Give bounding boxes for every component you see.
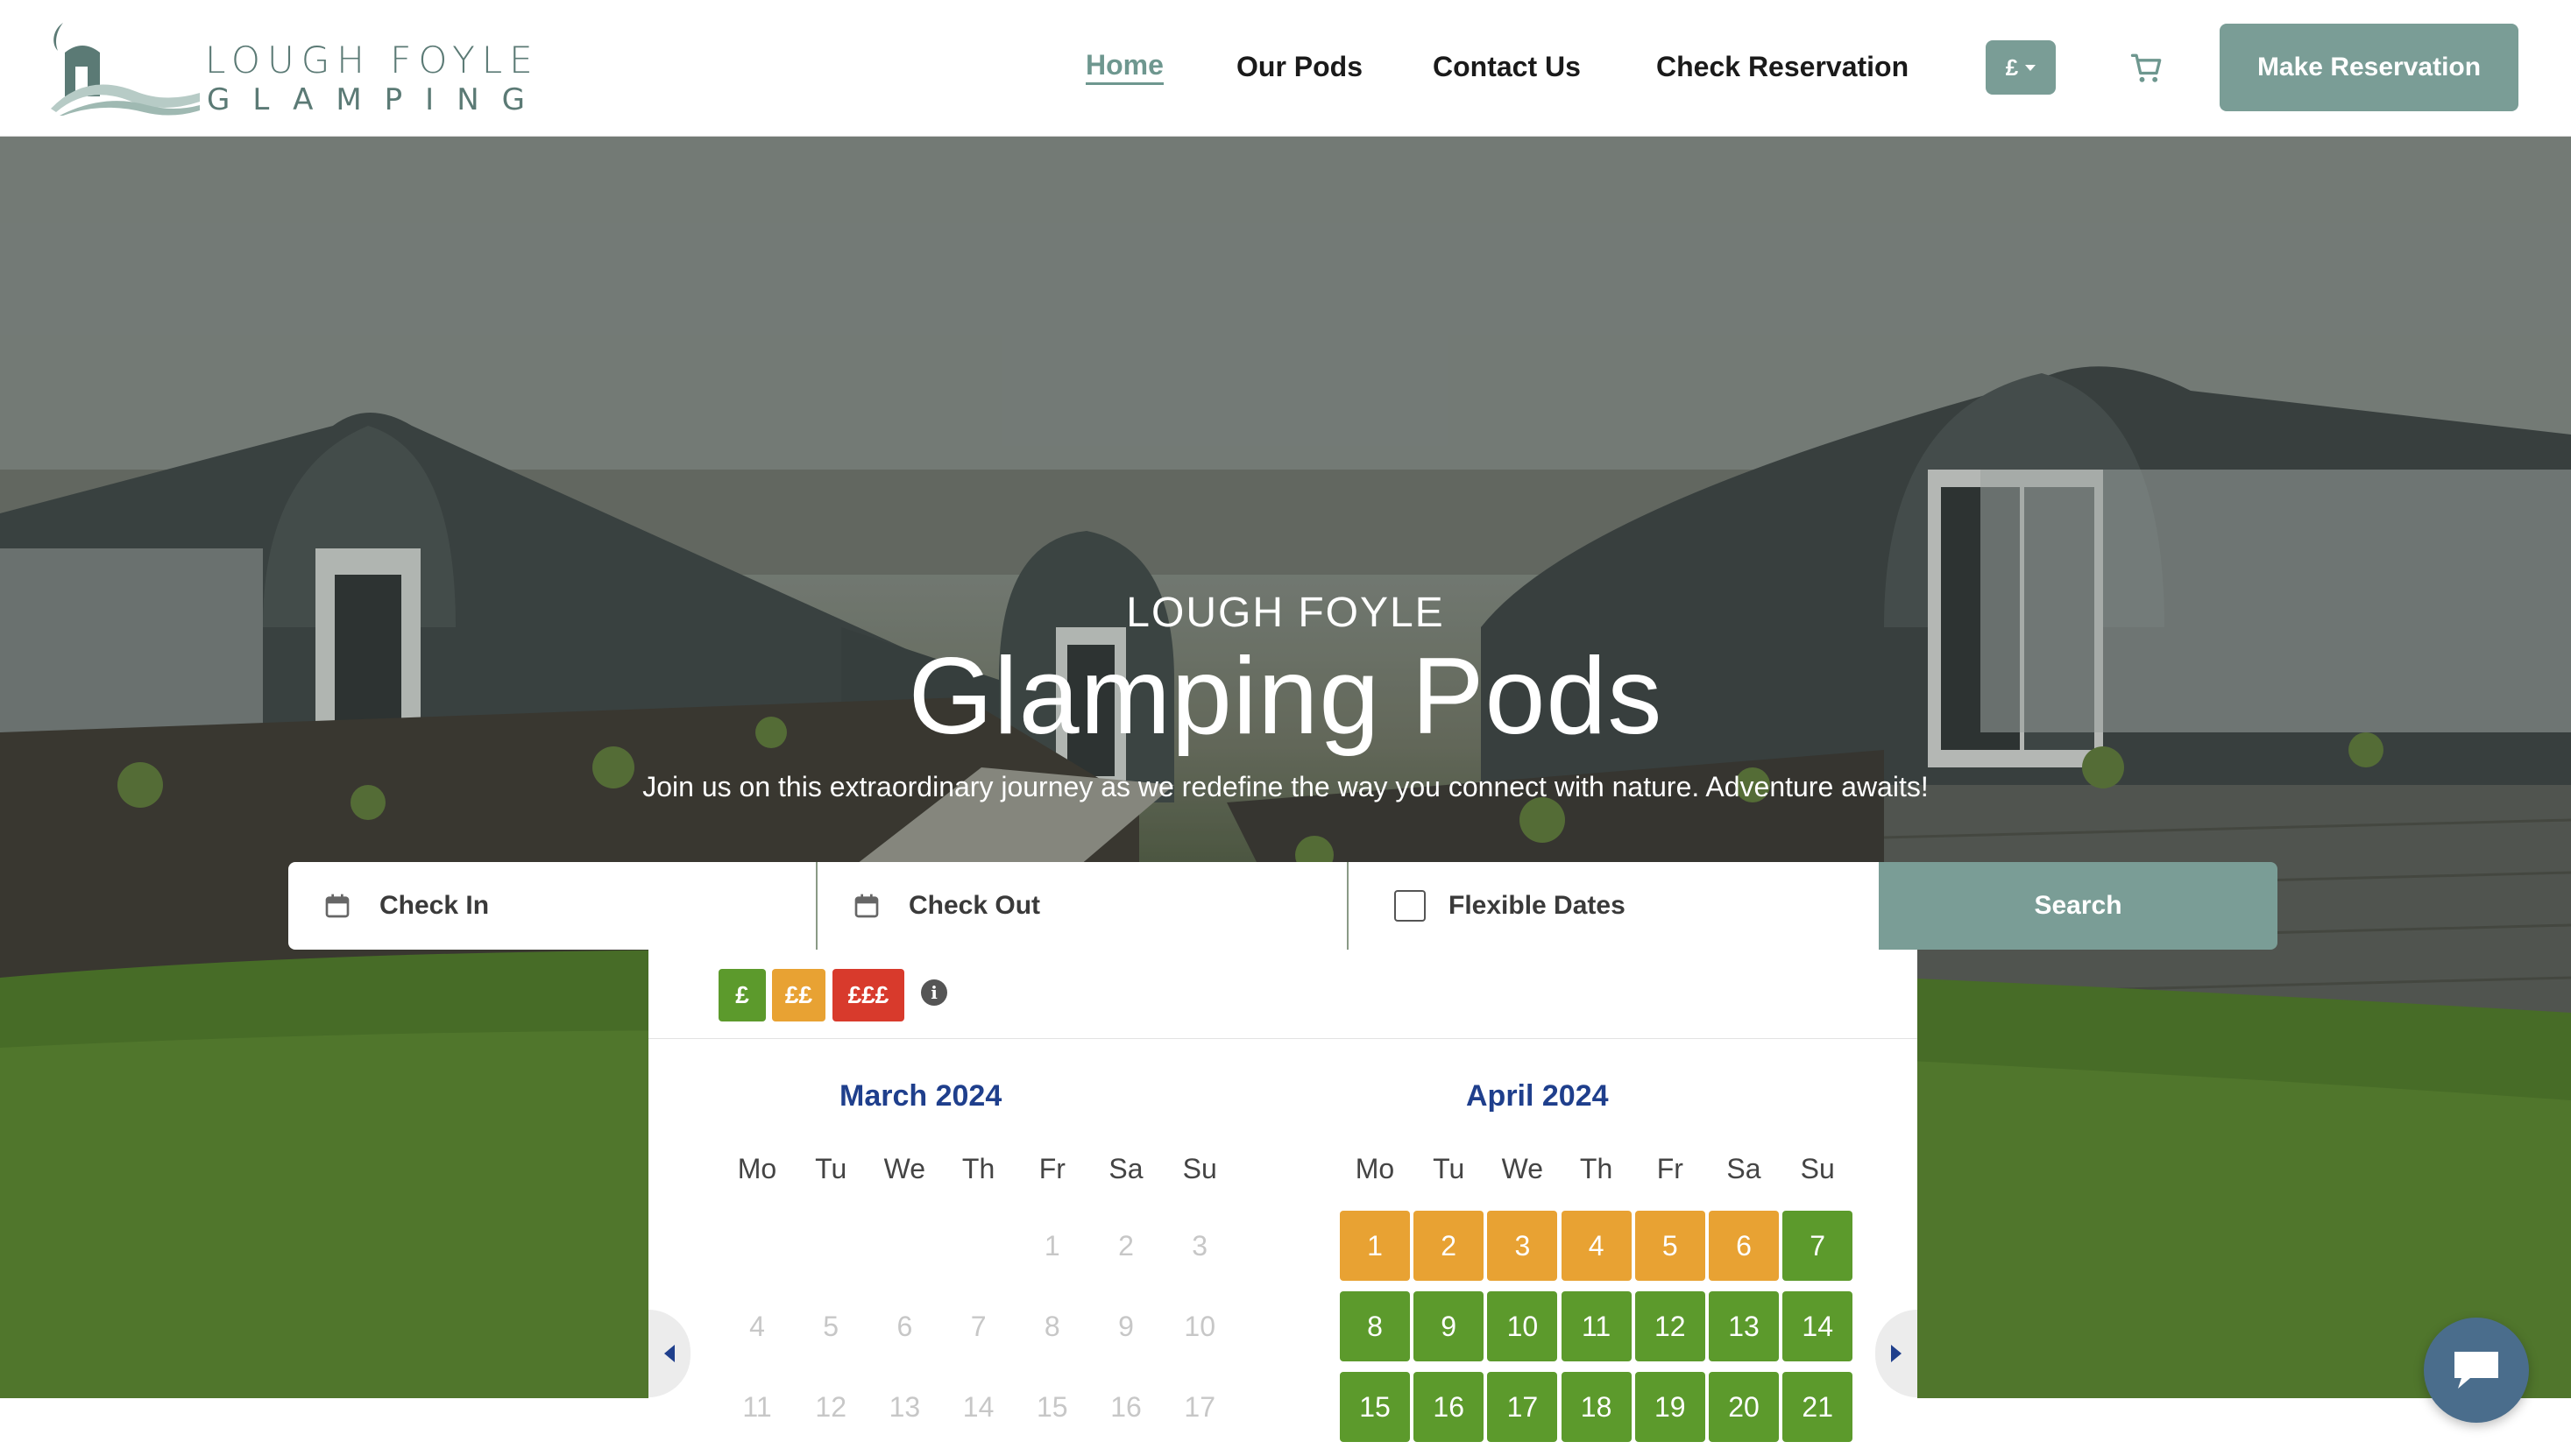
weekday-label: Mo bbox=[737, 1153, 777, 1184]
flexible-dates-label: Flexible Dates bbox=[1448, 891, 1625, 920]
calendar-day: 9 bbox=[1118, 1310, 1134, 1342]
calendar-day[interactable]: 5 bbox=[1634, 1211, 1705, 1281]
chat-icon bbox=[2454, 1352, 2498, 1389]
month-title: April 2024 bbox=[1466, 1079, 1609, 1113]
calendar-day: 6 bbox=[896, 1310, 913, 1342]
calendar-day[interactable]: 6 bbox=[1709, 1211, 1779, 1281]
calendar-day[interactable]: 8 bbox=[1340, 1291, 1410, 1361]
calendar-day[interactable]: 21 bbox=[1782, 1372, 1853, 1442]
price-level-mid: ££ bbox=[772, 969, 825, 1021]
search-button[interactable]: Search bbox=[1879, 862, 2277, 950]
calendar-day[interactable]: 20 bbox=[1709, 1372, 1779, 1442]
site-header: LOUGH FOYLE GLAMPING Home Our Pods Conta… bbox=[0, 0, 2571, 137]
month-title: March 2024 bbox=[839, 1079, 1002, 1113]
weekday-label: Tu bbox=[1433, 1153, 1465, 1184]
calendar-icon bbox=[854, 894, 879, 918]
weekday-label: Sa bbox=[1108, 1153, 1144, 1184]
price-level-low: £ bbox=[719, 969, 766, 1021]
site-logo[interactable]: LOUGH FOYLE GLAMPING bbox=[51, 18, 533, 121]
weekday-label: Tu bbox=[815, 1153, 847, 1184]
weekday-label: Th bbox=[961, 1153, 995, 1184]
calendar-day[interactable]: 7 bbox=[1782, 1211, 1853, 1281]
calendar-day: 2 bbox=[1118, 1229, 1134, 1262]
weekday-label: We bbox=[883, 1153, 926, 1184]
nav-contact-us[interactable]: Contact Us bbox=[1433, 47, 1581, 86]
flexible-dates-option[interactable]: Flexible Dates bbox=[1349, 862, 1879, 950]
logo-mark-icon bbox=[51, 23, 200, 116]
calendar-day[interactable]: 14 bbox=[1782, 1291, 1853, 1361]
weekday-label: Fr bbox=[1038, 1153, 1066, 1184]
check-out-field[interactable]: Check Out bbox=[818, 862, 1349, 950]
logo-wordmark-top: LOUGH FOYLE bbox=[205, 39, 540, 81]
calendar-day: 3 bbox=[1192, 1229, 1208, 1262]
weekday-label: Th bbox=[1579, 1153, 1613, 1184]
hero-title: Glamping Pods bbox=[908, 636, 1663, 757]
calendar-day[interactable]: 12 bbox=[1634, 1291, 1705, 1361]
calendar-day: 17 bbox=[1184, 1390, 1215, 1423]
calendar-day: 12 bbox=[815, 1390, 846, 1423]
chevron-right-icon bbox=[1891, 1345, 1902, 1362]
weekday-label: Su bbox=[1800, 1153, 1835, 1184]
flexible-dates-checkbox[interactable] bbox=[1394, 890, 1426, 922]
currency-selector[interactable]: £ bbox=[1986, 40, 2056, 95]
hero-kicker: LOUGH FOYLE bbox=[1126, 590, 1445, 636]
calendar-day: 14 bbox=[962, 1390, 995, 1423]
check-in-label: Check In bbox=[379, 891, 490, 920]
price-legend: £ ££ £££ i bbox=[648, 950, 1917, 1039]
calendar-day[interactable]: 4 bbox=[1561, 1211, 1632, 1281]
nav-our-pods[interactable]: Our Pods bbox=[1236, 47, 1363, 86]
weekday-label: Fr bbox=[1656, 1153, 1683, 1184]
check-in-field[interactable]: Check In bbox=[288, 862, 818, 950]
weekday-label: Sa bbox=[1726, 1153, 1761, 1184]
make-reservation-button[interactable]: Make Reservation bbox=[2220, 24, 2518, 111]
logo-wordmark-bottom: GLAMPING bbox=[207, 82, 548, 117]
calendar-day: 4 bbox=[749, 1310, 765, 1342]
calendar-day[interactable]: 17 bbox=[1487, 1372, 1558, 1442]
price-level-high: £££ bbox=[832, 969, 904, 1021]
calendar-day: 13 bbox=[889, 1390, 921, 1423]
nav-check-reservation[interactable]: Check Reservation bbox=[1656, 47, 1909, 86]
weekday-label: We bbox=[1501, 1153, 1544, 1184]
currency-symbol: £ bbox=[2005, 53, 2019, 81]
chat-button[interactable] bbox=[2424, 1318, 2529, 1423]
booking-search-bar: Check In Check Out Flexible Dates Search bbox=[288, 862, 2277, 950]
hero-subtitle: Join us on this extraordinary journey as… bbox=[642, 771, 1929, 802]
cart-icon[interactable] bbox=[2128, 49, 2166, 88]
calendar-day: 11 bbox=[742, 1390, 772, 1423]
calendar-day[interactable]: 13 bbox=[1709, 1291, 1779, 1361]
calendar-day[interactable]: 1 bbox=[1340, 1211, 1410, 1281]
calendar-day[interactable]: 19 bbox=[1634, 1372, 1705, 1442]
weekday-label: Mo bbox=[1355, 1153, 1395, 1184]
calendar-day: 15 bbox=[1037, 1390, 1068, 1423]
calendar-day[interactable]: 3 bbox=[1487, 1211, 1558, 1281]
calendar-icon bbox=[325, 894, 350, 918]
weekday-label: Su bbox=[1182, 1153, 1217, 1184]
check-out-label: Check Out bbox=[909, 891, 1041, 920]
calendar-day[interactable]: 10 bbox=[1487, 1291, 1558, 1361]
calendar-day: 16 bbox=[1110, 1390, 1142, 1423]
calendar-day: 1 bbox=[1044, 1229, 1060, 1262]
calendar-day[interactable]: 2 bbox=[1413, 1211, 1484, 1281]
calendar-day: 5 bbox=[823, 1310, 839, 1342]
caret-down-icon bbox=[2025, 64, 2036, 71]
info-icon[interactable]: i bbox=[921, 979, 947, 1006]
nav-home[interactable]: Home bbox=[1086, 47, 1164, 85]
date-picker-dropdown: £ ££ £££ i March 2024 Mo Tu We Th Fr Sa Su 1 2 3 4 5… bbox=[648, 950, 1917, 1456]
calendar-day: 8 bbox=[1044, 1310, 1060, 1342]
calendar-day: 10 bbox=[1184, 1310, 1215, 1342]
calendar-day[interactable]: 15 bbox=[1340, 1372, 1410, 1442]
calendar-day[interactable]: 16 bbox=[1413, 1372, 1484, 1442]
chevron-left-icon bbox=[664, 1345, 675, 1362]
calendar-day[interactable]: 9 bbox=[1413, 1291, 1484, 1361]
calendar-day[interactable]: 11 bbox=[1561, 1291, 1632, 1361]
calendar-day[interactable]: 18 bbox=[1561, 1372, 1632, 1442]
calendar-day: 7 bbox=[970, 1310, 987, 1342]
